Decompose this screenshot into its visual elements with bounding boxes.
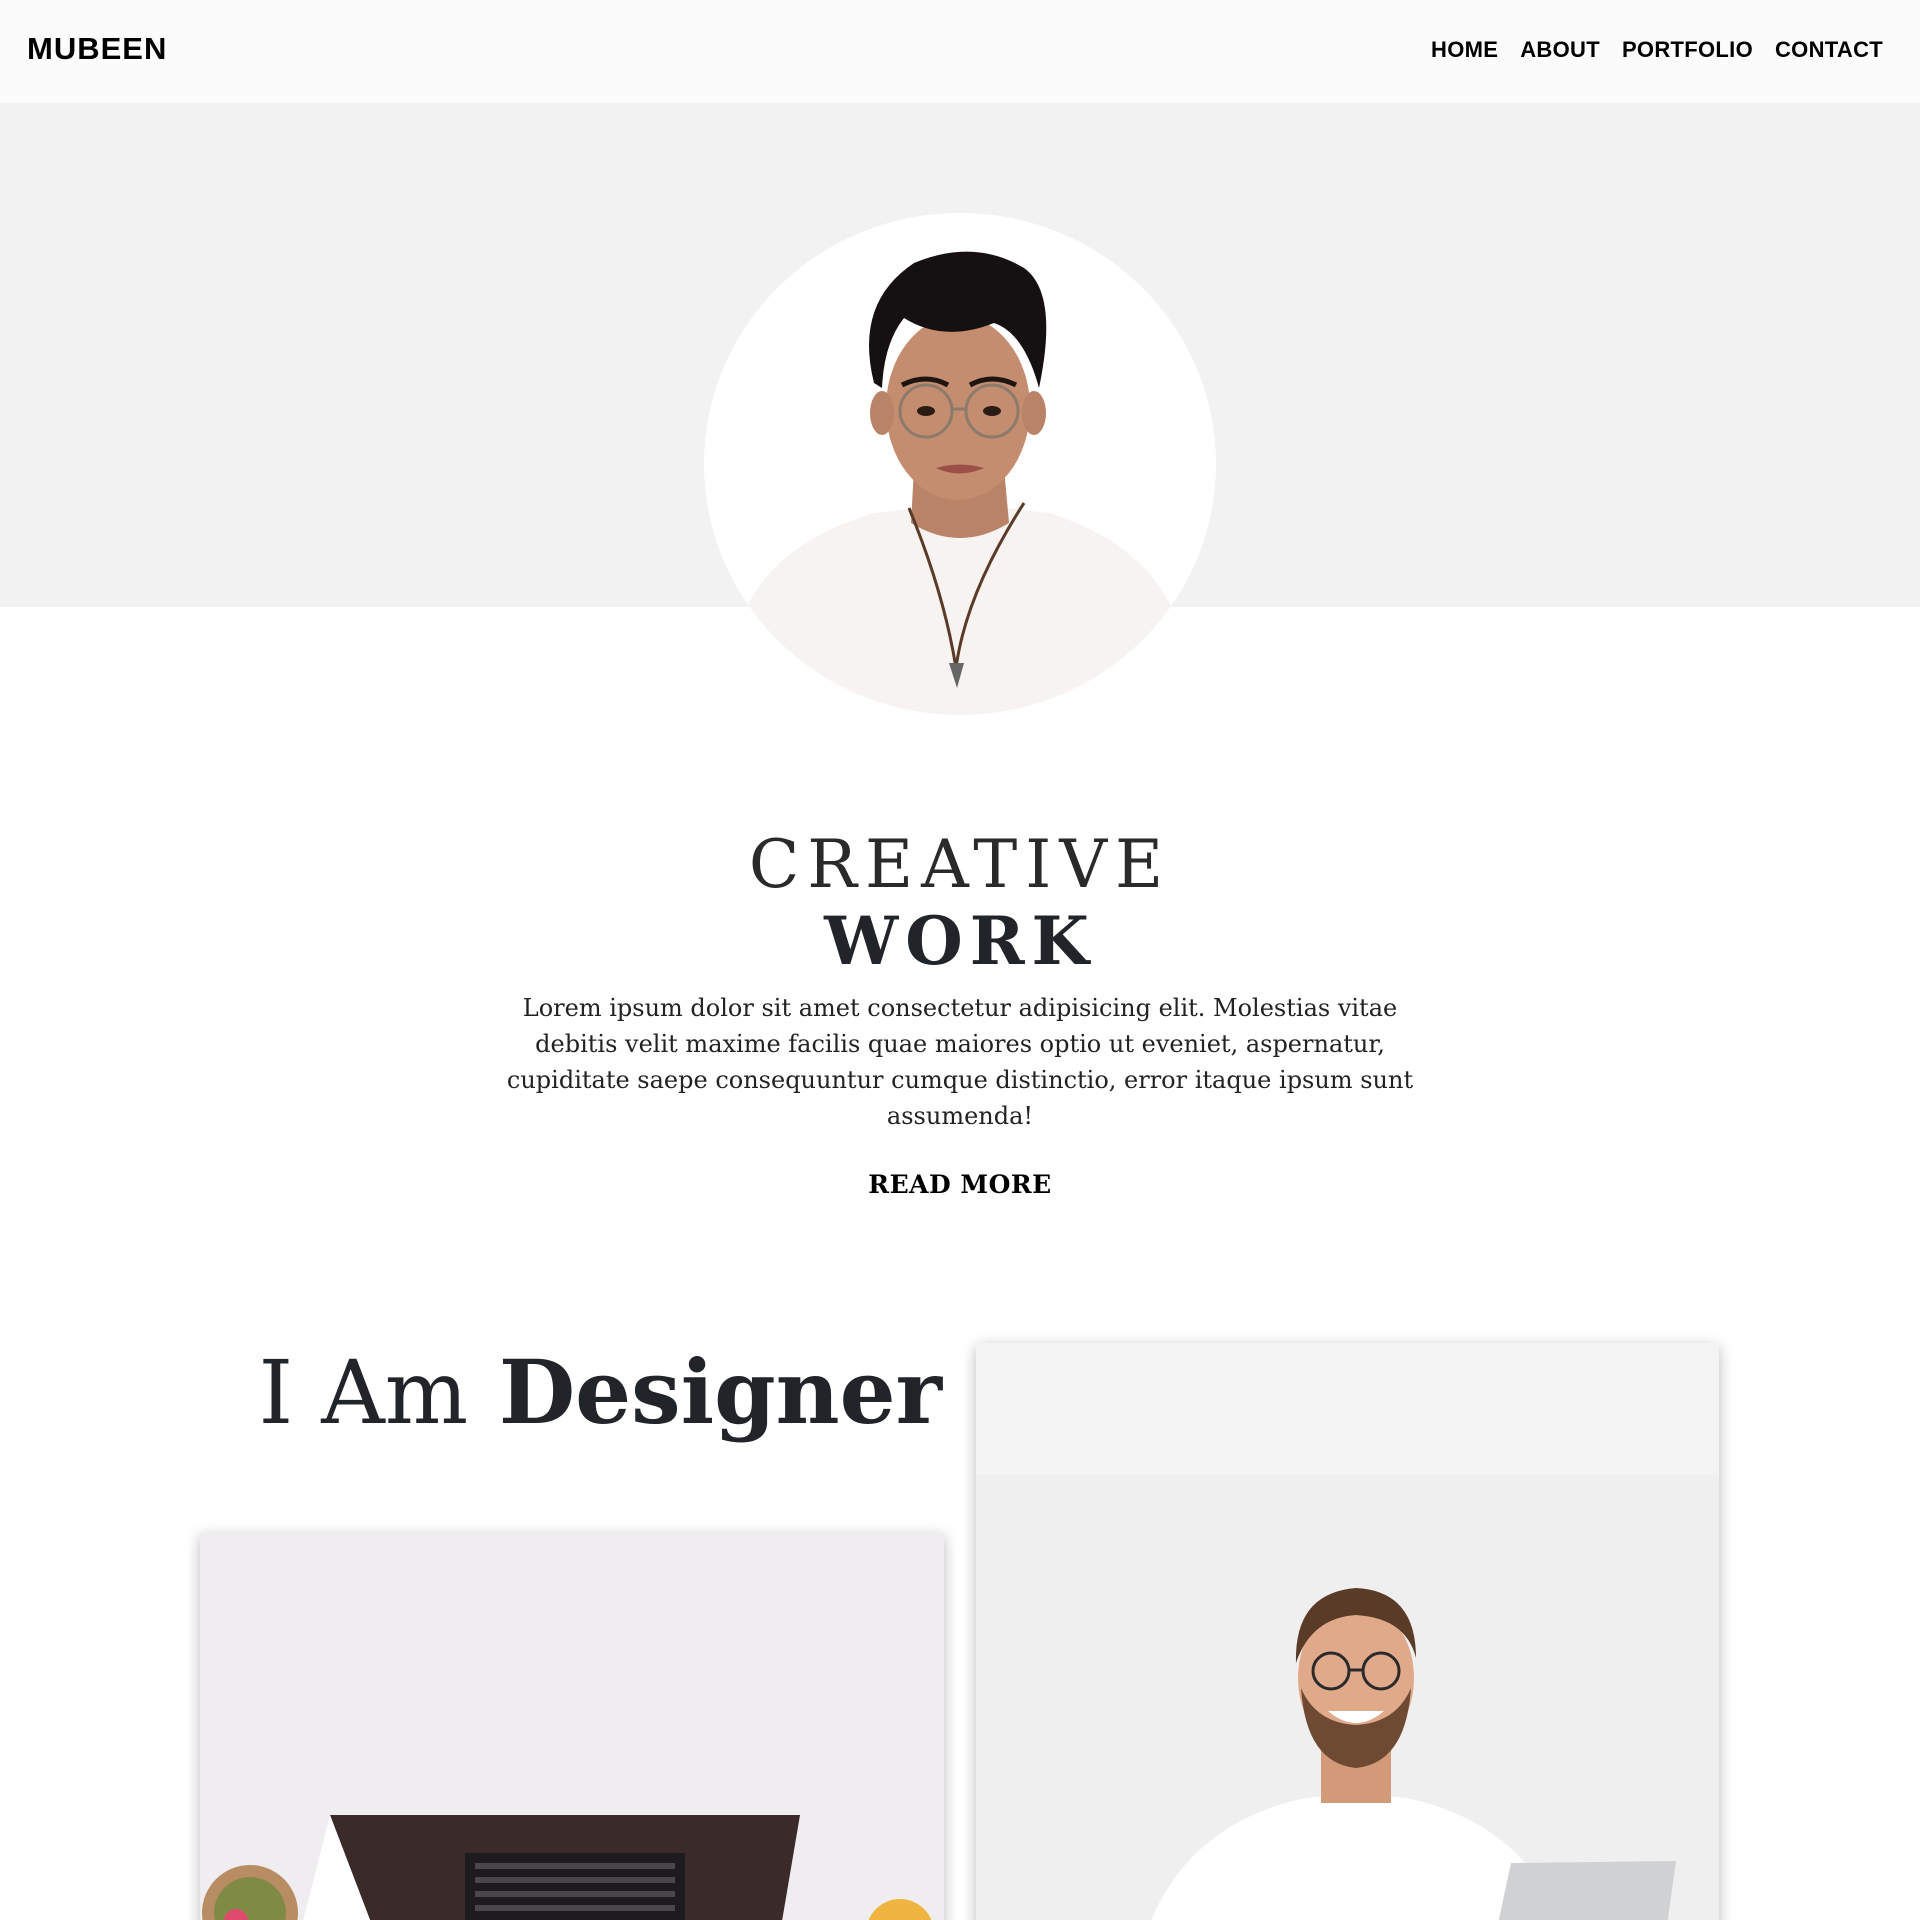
nav-home-link[interactable]: HOME [1431, 37, 1498, 63]
hero-title-light: CREATIVE [748, 826, 1172, 903]
nav-about-link[interactable]: ABOUT [1520, 37, 1600, 63]
hero-title-bold: WORK [824, 902, 1096, 980]
read-more-button[interactable]: READ MORE [0, 1170, 1920, 1199]
laptop-desk-photo [200, 1533, 944, 1920]
designer-photo-card [976, 1343, 1719, 1920]
designer-heading-light: I Am [258, 1341, 469, 1444]
navbar: MUBEEN HOME ABOUT PORTFOLIO CONTACT [0, 0, 1920, 103]
nav-portfolio-link[interactable]: PORTFOLIO [1622, 37, 1753, 63]
workspace-photo-card [200, 1533, 944, 1920]
profile-photo [704, 213, 1216, 715]
designer-heading-bold: Designer [498, 1340, 942, 1444]
hero-description: Lorem ipsum dolor sit amet consectetur a… [506, 994, 1414, 1130]
nav-menu: HOME ABOUT PORTFOLIO CONTACT [1431, 37, 1883, 63]
smiling-man-photo [976, 1343, 1719, 1920]
nav-contact-link[interactable]: CONTACT [1775, 37, 1883, 63]
profile-portrait-illustration [704, 213, 1216, 715]
brand-logo[interactable]: MUBEEN [27, 31, 167, 67]
designer-heading: I Am Designer [258, 1340, 942, 1444]
